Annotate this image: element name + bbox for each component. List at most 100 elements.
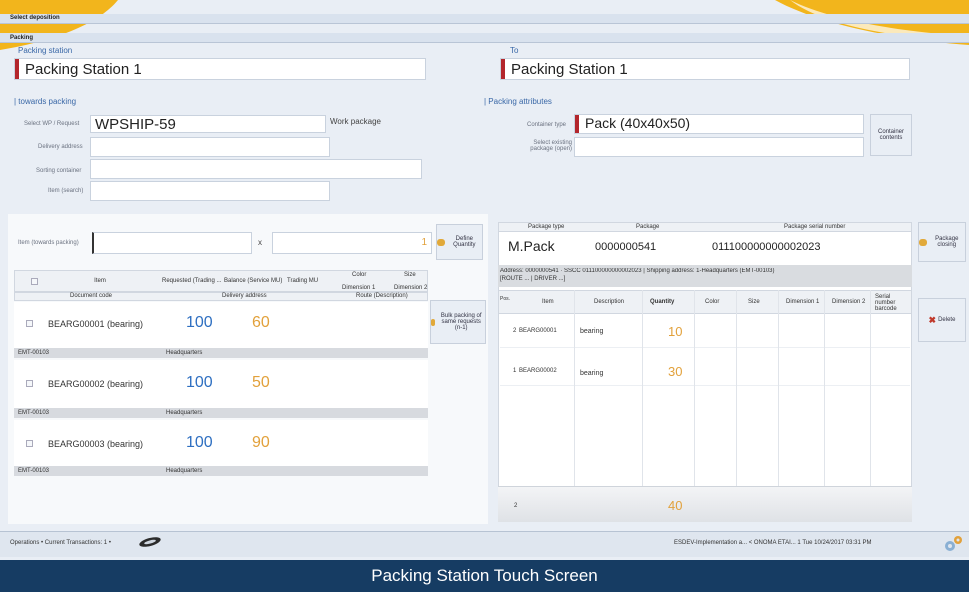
row-item: BEARG00003 (bearing) bbox=[48, 439, 144, 449]
col-dimension2[interactable]: Dimension 2 bbox=[394, 285, 427, 291]
row-document-code: EMT-00103 bbox=[18, 468, 50, 474]
package-info-line1: Address: 0000000541 · SSCC 0111000000000… bbox=[500, 268, 775, 274]
delete-button[interactable]: ✖ Delete bbox=[918, 298, 966, 342]
container-type-label: Container type bbox=[527, 122, 567, 128]
row-description: bearing bbox=[580, 328, 604, 335]
row-document-code: EMT-00103 bbox=[18, 350, 50, 356]
col-color[interactable]: Color bbox=[352, 272, 366, 278]
status-left[interactable]: Operations • Current Transactions: 1 • bbox=[10, 540, 111, 546]
select-all-checkbox[interactable] bbox=[31, 278, 38, 285]
col-dimension1[interactable]: Dimension 1 bbox=[342, 285, 375, 291]
transactions-icon[interactable] bbox=[138, 536, 162, 548]
settings-gears-icon[interactable] bbox=[942, 534, 964, 554]
col-right-dimension2[interactable]: Dimension 2 bbox=[832, 299, 865, 305]
row-checkbox[interactable] bbox=[26, 380, 33, 387]
col-package-type: Package type bbox=[528, 224, 565, 230]
col-size[interactable]: Size bbox=[404, 272, 416, 278]
col-balance[interactable]: Balance (Service MU) bbox=[224, 278, 282, 284]
col-separator bbox=[642, 290, 643, 486]
select-wp-input[interactable]: WPSHIP-59 bbox=[90, 115, 326, 133]
from-station-title: Packing station bbox=[18, 46, 73, 55]
col-pos[interactable]: Pos. bbox=[500, 296, 510, 302]
caption-text: Packing Station Touch Screen bbox=[371, 566, 598, 585]
row-requested: 100 bbox=[186, 374, 213, 391]
container-type-value: Pack (40x40x50) bbox=[585, 115, 691, 131]
totals-row bbox=[498, 486, 912, 522]
row-band bbox=[14, 348, 428, 358]
row-item: BEARG00001 (bearing) bbox=[48, 319, 144, 329]
col-package-serial: Package serial number bbox=[784, 224, 846, 230]
row-delivery-address: Headquarters bbox=[166, 468, 203, 474]
delete-icon: ✖ bbox=[928, 314, 937, 325]
deposition-bar[interactable] bbox=[0, 14, 969, 24]
col-delivery-address[interactable]: Delivery address bbox=[222, 293, 267, 299]
delivery-address-input[interactable] bbox=[90, 137, 330, 157]
col-quantity[interactable]: Quantity bbox=[650, 299, 674, 305]
to-station-field[interactable]: Packing Station 1 bbox=[500, 58, 910, 80]
item-towards-packing-input[interactable] bbox=[92, 232, 252, 254]
closing-icon bbox=[919, 238, 927, 246]
row-quantity: 30 bbox=[668, 364, 683, 379]
row-quantity: 10 bbox=[668, 324, 683, 339]
container-type-select[interactable]: Pack (40x40x50) bbox=[574, 114, 864, 134]
caption-banner: Packing Station Touch Screen bbox=[0, 560, 969, 592]
quantity-value: 1 bbox=[421, 237, 427, 248]
table-row[interactable] bbox=[500, 316, 910, 348]
item-search-label: Item (search) bbox=[48, 188, 84, 194]
to-station-title: To bbox=[510, 46, 519, 55]
quantity-input[interactable]: 1 bbox=[272, 232, 432, 254]
required-marker bbox=[15, 59, 19, 79]
row-checkbox[interactable] bbox=[26, 320, 33, 327]
row-band bbox=[14, 466, 428, 476]
col-right-size[interactable]: Size bbox=[748, 299, 760, 305]
row-requested: 100 bbox=[186, 314, 213, 331]
select-existing-input[interactable] bbox=[574, 137, 864, 157]
bulk-packing-button[interactable]: Bulk packing of same requests (n-1) bbox=[430, 300, 486, 344]
work-package-label: Work package bbox=[330, 117, 381, 126]
package-closing-button[interactable]: Package closing bbox=[918, 222, 966, 262]
col-serial-barcode[interactable]: Serial number barcode bbox=[875, 294, 909, 312]
row-document-code: EMT-00103 bbox=[18, 410, 50, 416]
package-info-line2: [ROUTE ... | DRIVER ...] bbox=[500, 276, 566, 282]
packing-section-label: Packing bbox=[10, 35, 34, 41]
times-sign: x bbox=[258, 238, 262, 247]
col-separator bbox=[736, 290, 737, 486]
col-right-item[interactable]: Item bbox=[542, 299, 554, 305]
select-wp-value: WPSHIP-59 bbox=[95, 116, 176, 133]
sorting-container-input[interactable] bbox=[90, 159, 422, 179]
required-marker bbox=[575, 115, 579, 133]
row-checkbox[interactable] bbox=[26, 440, 33, 447]
delivery-address-label: Delivery address bbox=[38, 144, 83, 150]
row-right-item: BEARG00001 bbox=[519, 328, 557, 334]
define-quantity-button[interactable]: Define Quantity bbox=[436, 224, 483, 260]
item-search-input[interactable] bbox=[90, 181, 330, 201]
col-separator bbox=[778, 290, 779, 486]
row-description: bearing bbox=[580, 370, 604, 377]
deposition-label: Select deposition bbox=[10, 15, 60, 21]
table-row[interactable] bbox=[500, 352, 910, 386]
sorting-container-label: Sorting container bbox=[36, 168, 82, 174]
corner-swoosh-decoration bbox=[0, 0, 969, 50]
col-right-color[interactable]: Color bbox=[705, 299, 719, 305]
towards-packing-section: | towards packing bbox=[14, 97, 77, 106]
row-right-item: BEARG00002 bbox=[519, 368, 557, 374]
item-towards-packing-label: Item (towards packing) bbox=[18, 240, 79, 246]
row-pos: 1 bbox=[513, 368, 517, 374]
container-contents-button[interactable]: Container contents bbox=[870, 114, 912, 156]
col-trading-mu[interactable]: Trading MU bbox=[287, 278, 318, 284]
from-station-field[interactable]: Packing Station 1 bbox=[14, 58, 426, 80]
col-item[interactable]: Item bbox=[60, 272, 140, 290]
col-route[interactable]: Route (Description) bbox=[356, 293, 408, 299]
col-package: Package bbox=[636, 224, 660, 230]
col-right-dimension1[interactable]: Dimension 1 bbox=[786, 299, 819, 305]
row-balance: 50 bbox=[252, 374, 270, 391]
col-description[interactable]: Description bbox=[594, 299, 624, 305]
bulk-icon bbox=[431, 318, 436, 326]
total-quantity: 40 bbox=[668, 498, 683, 513]
col-requested[interactable]: Requested (Trading ... bbox=[162, 278, 221, 284]
row-delivery-address: Headquarters bbox=[166, 350, 203, 356]
from-station-value: Packing Station 1 bbox=[25, 60, 142, 78]
status-right: ESDEV-Implementation a... < ONOMA ETAI..… bbox=[674, 540, 872, 546]
col-document-code[interactable]: Document code bbox=[70, 293, 112, 299]
required-marker bbox=[501, 59, 505, 79]
